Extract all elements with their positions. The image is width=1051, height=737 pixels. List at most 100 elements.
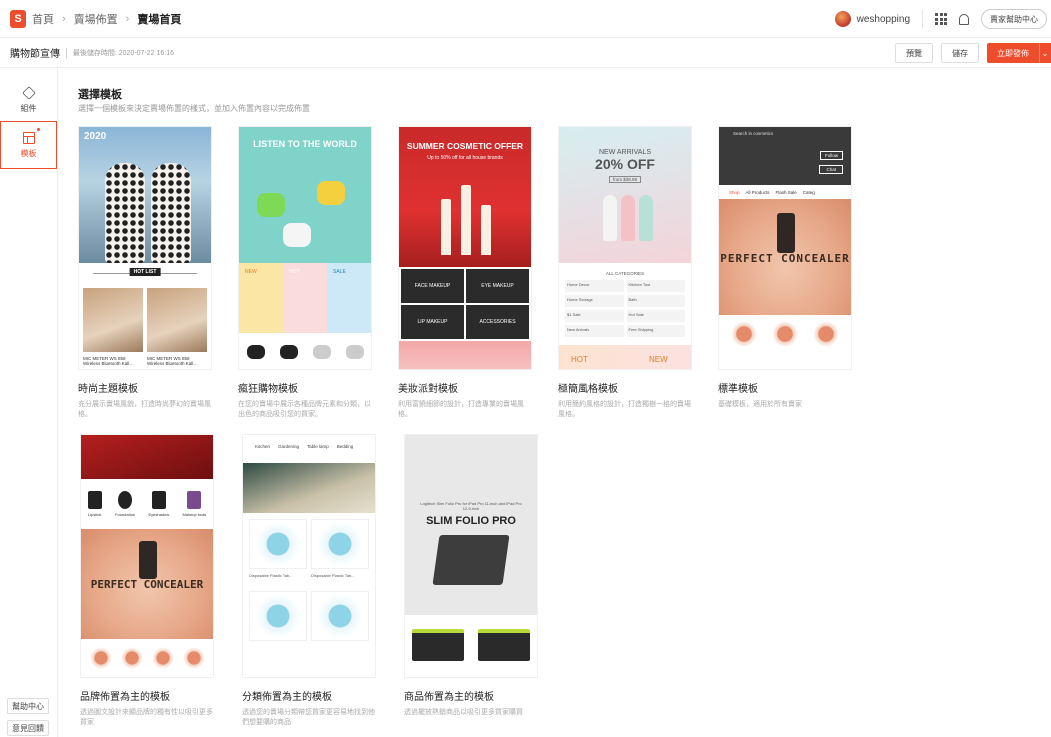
bottle-image — [777, 213, 795, 253]
divider — [922, 10, 923, 28]
publish-now-button[interactable]: 立即發佈 — [987, 43, 1039, 63]
feedback-button[interactable]: 意見回饋 — [7, 720, 49, 736]
template-card-category[interactable]: Kitchen Gardening Table lamp Bedding Dis… — [242, 434, 376, 728]
page-divider: | — [65, 46, 68, 59]
save-button[interactable]: 儲存 — [941, 43, 979, 63]
template-thumbnail[interactable]: Kitchen Gardening Table lamp Bedding Dis… — [242, 434, 376, 678]
breadcrumb-home[interactable]: 首頁 — [32, 11, 54, 27]
notification-bell-icon[interactable] — [959, 13, 969, 25]
username[interactable]: weshopping — [857, 14, 910, 25]
template-name: 商品佈置為主的模板 — [404, 692, 494, 703]
template-card-brand[interactable]: Lipstick Foundation Eyeshadow Makeup too… — [80, 434, 214, 728]
template-description: 在您的賣場中展示各種品牌元素和分類，以出色的商品吸引您的買家。 — [238, 401, 371, 418]
page-header: 購物節宣傳 | 最後儲存時間: 2020-07-22 16:16 — [0, 38, 1051, 68]
template-card-crazy-shopping[interactable]: LISTEN TO THE WORLD NEW HOT SALE 瘋狂購物模板 … — [238, 126, 372, 420]
product-row — [719, 315, 851, 353]
template-thumbnail[interactable]: 2020 HOT LIST MIC METER WS 858 Wireless … — [78, 126, 212, 370]
template-thumbnail[interactable]: Search in cosmetics Follow Chat Shop All… — [718, 126, 852, 370]
earbuds-image — [257, 193, 285, 217]
section-description: 選擇一個模板來決定賣場佈置的樣式，並加入佈置內容以完成佈置 — [78, 104, 310, 113]
tablet-keyboard-image — [432, 535, 510, 585]
publish-options-chevron-down-icon[interactable]: ⌄ — [1039, 43, 1051, 63]
template-thumbnail[interactable]: NEW ARRIVALS 20% OFF from $38.99 ALL CAT… — [558, 126, 692, 370]
breadcrumb-separator-icon: › — [125, 12, 130, 25]
top-right-actions: weshopping 賣家幫助中心 — [834, 0, 1051, 38]
template-description: 透過圖文設計來顯品牌的獨有性以吸引更多買家 — [80, 709, 213, 726]
template-card-product[interactable]: Logitech Slim Folio Pro for iPad Pro 11-… — [404, 434, 538, 728]
brand-banner — [81, 435, 213, 479]
preview-button[interactable]: 預覽 — [895, 43, 933, 63]
shop-header: Search in cosmetics Follow Chat — [719, 127, 851, 185]
product-row — [239, 333, 371, 369]
product-row — [81, 639, 213, 677]
lipstick-image — [481, 205, 491, 255]
product-grid: Disposable Plastic Tab... Disposable Pla… — [243, 513, 375, 647]
breadcrumb: 首頁 › 賣場佈置 › 賣場首頁 — [32, 11, 181, 27]
hot-list-divider: HOT LIST — [93, 268, 197, 276]
left-sidebar: 組件 模板 幫助中心 意見回饋 — [0, 68, 58, 737]
template-card-minimal[interactable]: NEW ARRIVALS 20% OFF from $38.99 ALL CAT… — [558, 126, 692, 420]
bottle-image — [139, 541, 157, 579]
template-name: 時尚主題模板 — [78, 384, 138, 395]
earbuds-image — [317, 181, 345, 205]
layers-icon — [21, 85, 36, 100]
dress-image — [151, 163, 191, 263]
new-arrivals-banner: NEW ARRIVALS 20% OFF from $38.99 — [559, 127, 691, 263]
category-tabs: Kitchen Gardening Table lamp Bedding — [255, 443, 354, 449]
template-name: 分類佈置為主的模板 — [242, 692, 332, 703]
sidebar-item-label: 組件 — [20, 103, 37, 113]
last-saved-time: 最後儲存時間: 2020-07-22 16:16 — [72, 49, 175, 57]
category-tiles: NEW HOT SALE — [239, 263, 371, 333]
product-captions: MIC METER WS 858 Wireless Bluetooth Kall… — [83, 356, 198, 366]
fashion-hero-image: 2020 — [79, 127, 211, 263]
tableware-hero-image — [243, 463, 375, 513]
apps-grid-icon[interactable] — [935, 13, 947, 25]
template-thumbnail[interactable]: Logitech Slim Folio Pro for iPad Pro 11-… — [404, 434, 538, 678]
template-name: 標準模板 — [718, 384, 758, 395]
template-description: 透過擺放熱銷商品以吸引更多買家購買 — [404, 709, 523, 716]
category-icons: Lipstick Foundation Eyeshadow Makeup too… — [81, 479, 213, 529]
avatar[interactable] — [834, 11, 851, 27]
bottle-image — [639, 195, 653, 241]
sidebar-item-components[interactable]: 組件 — [0, 76, 57, 124]
template-card-beauty-party[interactable]: SUMMER COSMETIC OFFER Up to 50% off for … — [398, 126, 532, 420]
template-layout-icon — [22, 131, 35, 144]
template-thumbnail[interactable]: Lipstick Foundation Eyeshadow Makeup too… — [80, 434, 214, 678]
template-thumbnail[interactable]: LISTEN TO THE WORLD NEW HOT SALE — [238, 126, 372, 370]
template-description: 利用簡約風格的設計，打造獨樹一格的賣場風格。 — [558, 401, 691, 418]
page-actions: 預覽 儲存 立即發佈 ⌄ — [895, 43, 1051, 63]
product-images — [79, 284, 211, 356]
concealer-hero-image: PERFECT CONCEALER — [81, 529, 213, 639]
slim-folio-hero-image: Logitech Slim Folio Pro for iPad Pro 11-… — [405, 435, 537, 615]
earbuds-banner: LISTEN TO THE WORLD — [239, 127, 371, 263]
category-tiles: FACE MAKEUP EYE MAKEUP LIP MAKEUP ACCESS… — [399, 267, 531, 341]
all-categories-header: ALL CATEGORIES — [605, 271, 645, 276]
breadcrumb-current: 賣場首頁 — [137, 13, 182, 26]
new-indicator-dot — [37, 128, 40, 131]
template-thumbnail[interactable]: SUMMER COSMETIC OFFER Up to 50% off for … — [398, 126, 532, 370]
lipstick-image — [461, 185, 471, 255]
template-name: 美妝派對模板 — [398, 384, 458, 395]
section-title: 選擇模板 — [78, 89, 122, 101]
cosmetic-banner: SUMMER COSMETIC OFFER Up to 50% off for … — [399, 127, 531, 267]
lipstick-image — [441, 199, 451, 255]
category-list: Home Decor Kitchen Tool Home Storage Bath … — [559, 280, 691, 337]
seller-help-center-button[interactable]: 賣家幫助中心 — [981, 9, 1047, 29]
bottom-banner: HOT NEW — [559, 345, 691, 369]
template-description: 充分展示賣場風貌，打造時尚夢幻的賣場風格。 — [78, 401, 211, 418]
template-card-fashion[interactable]: 2020 HOT LIST MIC METER WS 858 Wireless … — [78, 126, 212, 420]
template-description: 利用富饒細節的設計，打造專業的賣場風格。 — [398, 401, 524, 418]
help-center-button[interactable]: 幫助中心 — [7, 698, 49, 714]
template-card-standard[interactable]: Search in cosmetics Follow Chat Shop All… — [718, 126, 852, 420]
shopee-logo[interactable]: S — [10, 9, 26, 28]
template-name: 瘋狂購物模板 — [238, 384, 298, 395]
bottle-image — [621, 195, 635, 241]
sidebar-item-templates[interactable]: 模板 — [0, 121, 57, 169]
product-row — [405, 615, 537, 661]
earbuds-image — [283, 223, 311, 247]
breadcrumb-shop-decoration[interactable]: 賣場佈置 — [74, 11, 118, 27]
concealer-hero-image: PERFECT CONCEALER — [719, 199, 851, 315]
breadcrumb-separator-icon: › — [62, 12, 66, 25]
shop-tabs: Shop All Products Flash Sale Categ — [719, 185, 851, 199]
bottom-banner — [399, 341, 531, 369]
